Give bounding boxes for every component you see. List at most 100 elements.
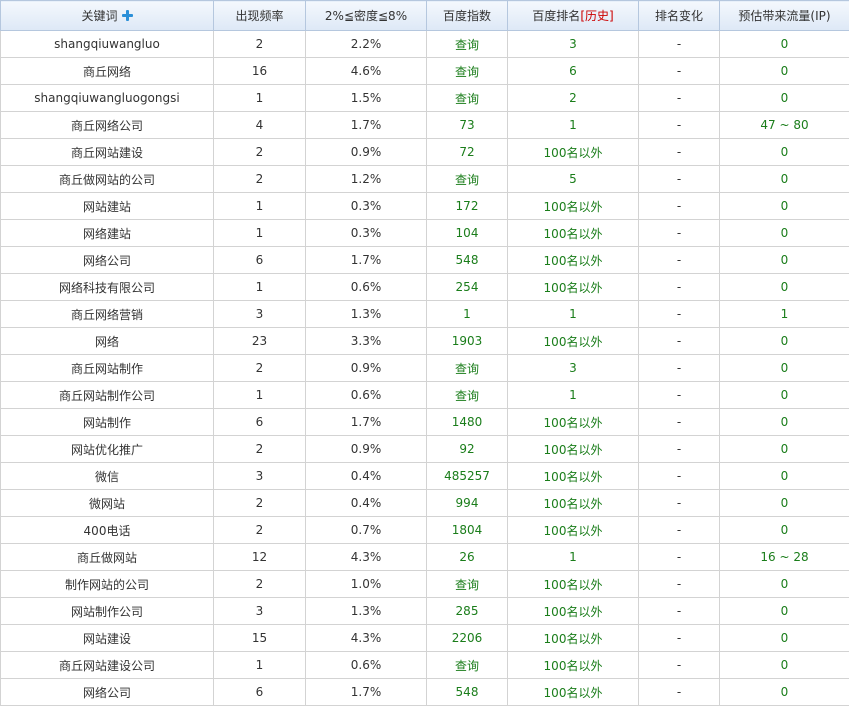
- density-cell: 0.9%: [306, 436, 427, 463]
- history-link[interactable]: 历史: [585, 9, 609, 23]
- density-cell: 0.4%: [306, 490, 427, 517]
- baidu-index-cell[interactable]: 查询: [427, 571, 508, 598]
- frequency-cell: 4: [214, 112, 306, 139]
- rank-change-cell: -: [639, 625, 720, 652]
- baidu-index-cell: 548: [427, 679, 508, 706]
- table-row: 商丘网站建设公司10.6%查询100名以外-0: [1, 652, 849, 679]
- keyword-cell: 网络: [1, 328, 214, 355]
- baidu-rank-cell: 100名以外: [508, 328, 639, 355]
- frequency-cell: 15: [214, 625, 306, 652]
- baidu-index-cell: 254: [427, 274, 508, 301]
- table-row: 商丘网络164.6%查询6-0: [1, 58, 849, 85]
- baidu-rank-cell: 100名以外: [508, 409, 639, 436]
- baidu-index-cell[interactable]: 查询: [427, 355, 508, 382]
- plus-icon[interactable]: [122, 10, 133, 21]
- traffic-cell: 0: [720, 247, 849, 274]
- traffic-cell: 0: [720, 139, 849, 166]
- header-rank-change: 排名变化: [639, 1, 720, 31]
- baidu-index-cell: 73: [427, 112, 508, 139]
- traffic-cell: 0: [720, 274, 849, 301]
- history-bracket-close: ]: [609, 9, 614, 23]
- density-cell: 0.6%: [306, 652, 427, 679]
- traffic-cell: 0: [720, 679, 849, 706]
- baidu-rank-cell: 100名以外: [508, 436, 639, 463]
- baidu-index-cell: 994: [427, 490, 508, 517]
- baidu-index-cell: 285: [427, 598, 508, 625]
- table-row: 微网站20.4%994100名以外-0: [1, 490, 849, 517]
- table-body: shangqiuwangluo22.2%查询3-0商丘网络164.6%查询6-0…: [1, 31, 849, 706]
- keyword-cell: shangqiuwangluogongsi: [1, 85, 214, 112]
- density-cell: 1.2%: [306, 166, 427, 193]
- table-row: 商丘网站制作公司10.6%查询1-0: [1, 382, 849, 409]
- keyword-cell: 网站制作公司: [1, 598, 214, 625]
- density-cell: 1.7%: [306, 679, 427, 706]
- traffic-cell: 0: [720, 220, 849, 247]
- frequency-cell: 1: [214, 85, 306, 112]
- baidu-index-cell[interactable]: 查询: [427, 58, 508, 85]
- rank-change-cell: -: [639, 436, 720, 463]
- frequency-cell: 3: [214, 463, 306, 490]
- density-cell: 4.6%: [306, 58, 427, 85]
- baidu-index-cell[interactable]: 查询: [427, 85, 508, 112]
- baidu-index-cell[interactable]: 查询: [427, 652, 508, 679]
- baidu-index-cell: 1: [427, 301, 508, 328]
- baidu-rank-cell: 100名以外: [508, 274, 639, 301]
- table-row: 商丘网络营销31.3%11-1: [1, 301, 849, 328]
- baidu-index-cell: 1480: [427, 409, 508, 436]
- baidu-index-cell: 92: [427, 436, 508, 463]
- traffic-cell: 0: [720, 355, 849, 382]
- rank-change-cell: -: [639, 544, 720, 571]
- table-row: shangqiuwangluo22.2%查询3-0: [1, 31, 849, 58]
- header-keyword: 关键词: [1, 1, 214, 31]
- frequency-cell: 23: [214, 328, 306, 355]
- baidu-rank-cell: 1: [508, 544, 639, 571]
- density-cell: 1.5%: [306, 85, 427, 112]
- traffic-cell: 0: [720, 166, 849, 193]
- header-keyword-label: 关键词: [81, 9, 117, 23]
- frequency-cell: 1: [214, 652, 306, 679]
- baidu-index-cell[interactable]: 查询: [427, 31, 508, 58]
- rank-change-cell: -: [639, 193, 720, 220]
- frequency-cell: 12: [214, 544, 306, 571]
- density-cell: 0.4%: [306, 463, 427, 490]
- baidu-rank-cell: 3: [508, 355, 639, 382]
- baidu-rank-cell: 100名以外: [508, 247, 639, 274]
- baidu-index-cell: 104: [427, 220, 508, 247]
- baidu-index-cell[interactable]: 查询: [427, 166, 508, 193]
- rank-change-cell: -: [639, 598, 720, 625]
- rank-change-cell: -: [639, 166, 720, 193]
- traffic-cell: 0: [720, 598, 849, 625]
- baidu-index-cell[interactable]: 查询: [427, 382, 508, 409]
- density-cell: 1.3%: [306, 598, 427, 625]
- traffic-cell: 0: [720, 31, 849, 58]
- rank-change-cell: -: [639, 571, 720, 598]
- table-row: 网络建站10.3%104100名以外-0: [1, 220, 849, 247]
- traffic-cell: 47 ~ 80: [720, 112, 849, 139]
- table-row: 商丘网络公司41.7%731-47 ~ 80: [1, 112, 849, 139]
- frequency-cell: 2: [214, 139, 306, 166]
- density-cell: 0.7%: [306, 517, 427, 544]
- baidu-rank-cell: 1: [508, 382, 639, 409]
- rank-change-cell: -: [639, 490, 720, 517]
- baidu-rank-cell: 2: [508, 85, 639, 112]
- traffic-cell: 0: [720, 85, 849, 112]
- keyword-cell: 微网站: [1, 490, 214, 517]
- rank-change-cell: -: [639, 220, 720, 247]
- baidu-rank-cell: 100名以外: [508, 139, 639, 166]
- table-row: 网站制作61.7%1480100名以外-0: [1, 409, 849, 436]
- traffic-cell: 0: [720, 517, 849, 544]
- traffic-cell: 0: [720, 382, 849, 409]
- keyword-cell: 商丘做网站的公司: [1, 166, 214, 193]
- rank-change-cell: -: [639, 652, 720, 679]
- density-cell: 0.3%: [306, 193, 427, 220]
- keyword-cell: 商丘网络: [1, 58, 214, 85]
- traffic-cell: 1: [720, 301, 849, 328]
- header-baidu-rank: 百度排名[历史]: [508, 1, 639, 31]
- baidu-rank-cell: 100名以外: [508, 652, 639, 679]
- keyword-cell: 微信: [1, 463, 214, 490]
- density-cell: 4.3%: [306, 544, 427, 571]
- frequency-cell: 3: [214, 598, 306, 625]
- baidu-rank-cell: 100名以外: [508, 220, 639, 247]
- baidu-rank-cell: 100名以外: [508, 625, 639, 652]
- table-row: 商丘网站制作20.9%查询3-0: [1, 355, 849, 382]
